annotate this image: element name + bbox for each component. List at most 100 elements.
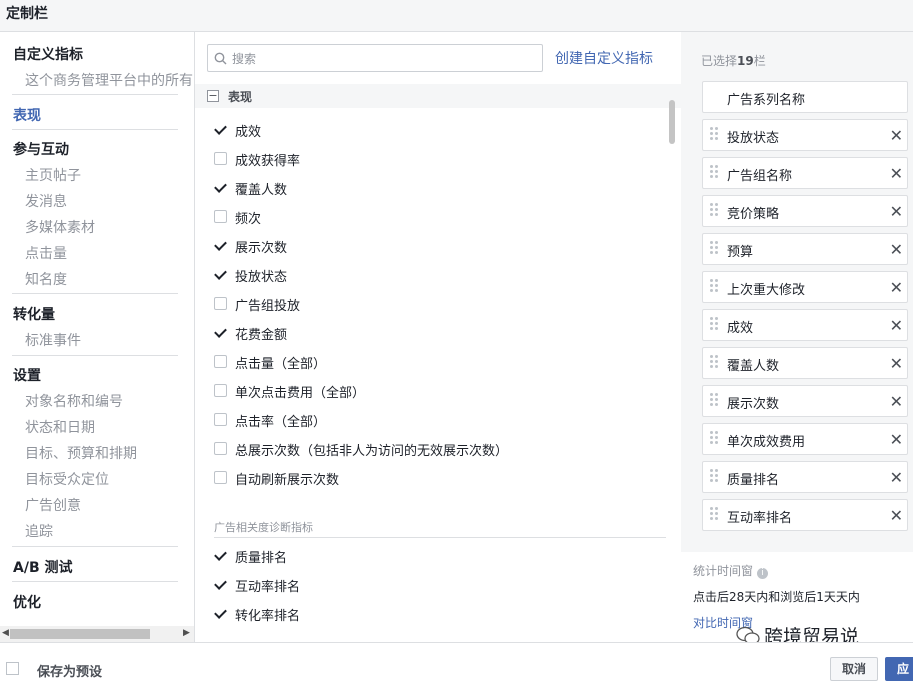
checkbox-checked[interactable] xyxy=(214,549,227,562)
nav-conversions[interactable]: 转化量 xyxy=(13,304,55,324)
nav-settings[interactable]: 设置 xyxy=(13,365,41,385)
nav-item-awareness[interactable]: 知名度 xyxy=(25,269,67,289)
search-placeholder: 搜索 xyxy=(232,52,257,66)
scroll-left-icon[interactable]: ◀ xyxy=(2,628,9,638)
selected-column-label: 广告系列名称 xyxy=(727,93,806,108)
selected-column-chip[interactable]: 质量排名 ✕ xyxy=(702,461,908,493)
drag-handle-icon[interactable] xyxy=(710,355,718,371)
selected-column-chip[interactable]: 上次重大修改 ✕ xyxy=(702,271,908,303)
remove-column-icon[interactable]: ✕ xyxy=(890,202,903,221)
nav-item-page-posts[interactable]: 主页帖子 xyxy=(25,165,81,185)
remove-column-icon[interactable]: ✕ xyxy=(890,468,903,487)
nav-ab-test[interactable]: A/B 测试 xyxy=(13,557,73,577)
collapse-icon[interactable]: − xyxy=(207,90,219,102)
info-icon[interactable]: i xyxy=(757,568,769,579)
nav-optimization[interactable]: 优化 xyxy=(13,592,41,612)
drag-handle-icon[interactable] xyxy=(710,279,718,295)
remove-column-icon[interactable]: ✕ xyxy=(890,430,903,449)
drag-handle-icon[interactable] xyxy=(710,507,718,523)
nav-item-standard-events[interactable]: 标准事件 xyxy=(25,330,81,350)
nav-item-messaging[interactable]: 发消息 xyxy=(25,191,67,211)
nav-item-tracking[interactable]: 追踪 xyxy=(25,521,53,541)
checkbox-unchecked[interactable] xyxy=(214,413,227,426)
remove-column-icon[interactable]: ✕ xyxy=(890,164,903,183)
checkbox-checked[interactable] xyxy=(214,268,227,281)
nav-item-creative[interactable]: 广告创意 xyxy=(25,495,81,515)
save-preset-checkbox[interactable] xyxy=(6,662,19,675)
apply-button[interactable]: 应 xyxy=(885,657,913,681)
diagnostics-heading: 广告相关度诊断指标 xyxy=(214,521,313,534)
selected-column-chip[interactable]: 单次成效费用 ✕ xyxy=(702,423,908,455)
attribution-value: 点击后28天内和浏览后1天天内 xyxy=(693,590,860,604)
selected-column-chip[interactable]: 投放状态 ✕ xyxy=(702,119,908,151)
cancel-button[interactable]: 取消 xyxy=(830,657,878,681)
checkbox-unchecked[interactable] xyxy=(214,210,227,223)
drag-handle-icon[interactable] xyxy=(710,431,718,447)
selected-column-chip[interactable]: 覆盖人数 ✕ xyxy=(702,347,908,379)
selected-column-chip[interactable]: 广告系列名称 xyxy=(702,81,908,113)
checkbox-unchecked[interactable] xyxy=(214,355,227,368)
remove-column-icon[interactable]: ✕ xyxy=(890,392,903,411)
scroll-right-icon[interactable]: ▶ xyxy=(183,628,190,638)
checkbox-checked[interactable] xyxy=(214,123,227,136)
drag-handle-icon[interactable] xyxy=(710,203,718,219)
drag-handle-icon[interactable] xyxy=(710,241,718,257)
vertical-scrollbar-thumb[interactable] xyxy=(669,100,675,144)
metric-option-label: 总展示次数（包括非人为访问的无效展示次数） xyxy=(235,444,509,459)
nav-item-object-names[interactable]: 对象名称和编号 xyxy=(25,391,123,411)
metric-option-label: 互动率排名 xyxy=(235,580,301,595)
create-custom-metric-link[interactable]: 创建自定义指标 xyxy=(555,48,653,68)
metric-option-label: 投放状态 xyxy=(235,270,288,285)
checkbox-checked[interactable] xyxy=(214,239,227,252)
remove-column-icon[interactable]: ✕ xyxy=(890,126,903,145)
checkbox-checked[interactable] xyxy=(214,326,227,339)
nav-item-clicks[interactable]: 点击量 xyxy=(25,243,67,263)
attribution-title: 统计时间窗 i xyxy=(693,562,769,579)
search-input[interactable]: 搜索 xyxy=(207,44,543,72)
remove-column-icon[interactable]: ✕ xyxy=(890,506,903,525)
metric-option-label: 单次点击费用（全部） xyxy=(235,386,366,401)
divider xyxy=(12,581,178,582)
checkbox-checked[interactable] xyxy=(214,578,227,591)
nav-engagement[interactable]: 参与互动 xyxy=(13,139,69,159)
metric-option-label: 花费金额 xyxy=(235,328,288,343)
checkbox-unchecked[interactable] xyxy=(214,297,227,310)
drag-handle-icon[interactable] xyxy=(710,127,718,143)
remove-column-icon[interactable]: ✕ xyxy=(890,354,903,373)
selected-column-label: 展示次数 xyxy=(727,397,780,412)
horizontal-scrollbar[interactable]: ◀ ▶ xyxy=(0,626,194,642)
drag-handle-icon[interactable] xyxy=(710,317,718,333)
drag-handle-icon[interactable] xyxy=(710,165,718,181)
category-sidebar: 自定义指标 这个商务管理平台中的所有 表现 参与互动 主页帖子 发消息 多媒体素… xyxy=(0,32,195,642)
metric-option-label: 成效获得率 xyxy=(235,154,301,169)
nav-item-objective-budget[interactable]: 目标、预算和排期 xyxy=(25,443,137,463)
nav-item-status-dates[interactable]: 状态和日期 xyxy=(25,417,95,437)
nav-item-targeting[interactable]: 目标受众定位 xyxy=(25,469,109,489)
checkbox-checked[interactable] xyxy=(214,181,227,194)
checkbox-unchecked[interactable] xyxy=(214,471,227,484)
save-preset-label[interactable]: 保存为预设 xyxy=(37,661,102,680)
scrollbar-thumb[interactable] xyxy=(10,629,150,639)
remove-column-icon[interactable]: ✕ xyxy=(890,240,903,259)
drag-handle-icon[interactable] xyxy=(710,469,718,485)
metric-option-label: 自动刷新展示次数 xyxy=(235,473,340,488)
checkbox-unchecked[interactable] xyxy=(214,152,227,165)
checkbox-unchecked[interactable] xyxy=(214,384,227,397)
group-header-performance[interactable]: − 表现 xyxy=(195,84,681,108)
nav-custom-metrics[interactable]: 自定义指标 xyxy=(13,44,83,64)
selected-column-chip[interactable]: 广告组名称 ✕ xyxy=(702,157,908,189)
remove-column-icon[interactable]: ✕ xyxy=(890,316,903,335)
selected-column-label: 单次成效费用 xyxy=(727,435,806,450)
drag-handle-icon[interactable] xyxy=(710,393,718,409)
selected-column-chip[interactable]: 预算 ✕ xyxy=(702,233,908,265)
checkbox-unchecked[interactable] xyxy=(214,442,227,455)
selected-column-chip[interactable]: 成效 ✕ xyxy=(702,309,908,341)
nav-item-media[interactable]: 多媒体素材 xyxy=(25,217,95,237)
selected-column-chip[interactable]: 互动率排名 ✕ xyxy=(702,499,908,531)
remove-column-icon[interactable]: ✕ xyxy=(890,278,903,297)
selected-column-chip[interactable]: 展示次数 ✕ xyxy=(702,385,908,417)
selected-column-chip[interactable]: 竞价策略 ✕ xyxy=(702,195,908,227)
metrics-list-panel: 搜索 创建自定义指标 − 表现 成效 成效获得率 覆盖人数 频次 展示次数 投放状态 广告组… xyxy=(195,32,681,642)
checkbox-checked[interactable] xyxy=(214,607,227,620)
nav-performance[interactable]: 表现 xyxy=(13,105,41,125)
